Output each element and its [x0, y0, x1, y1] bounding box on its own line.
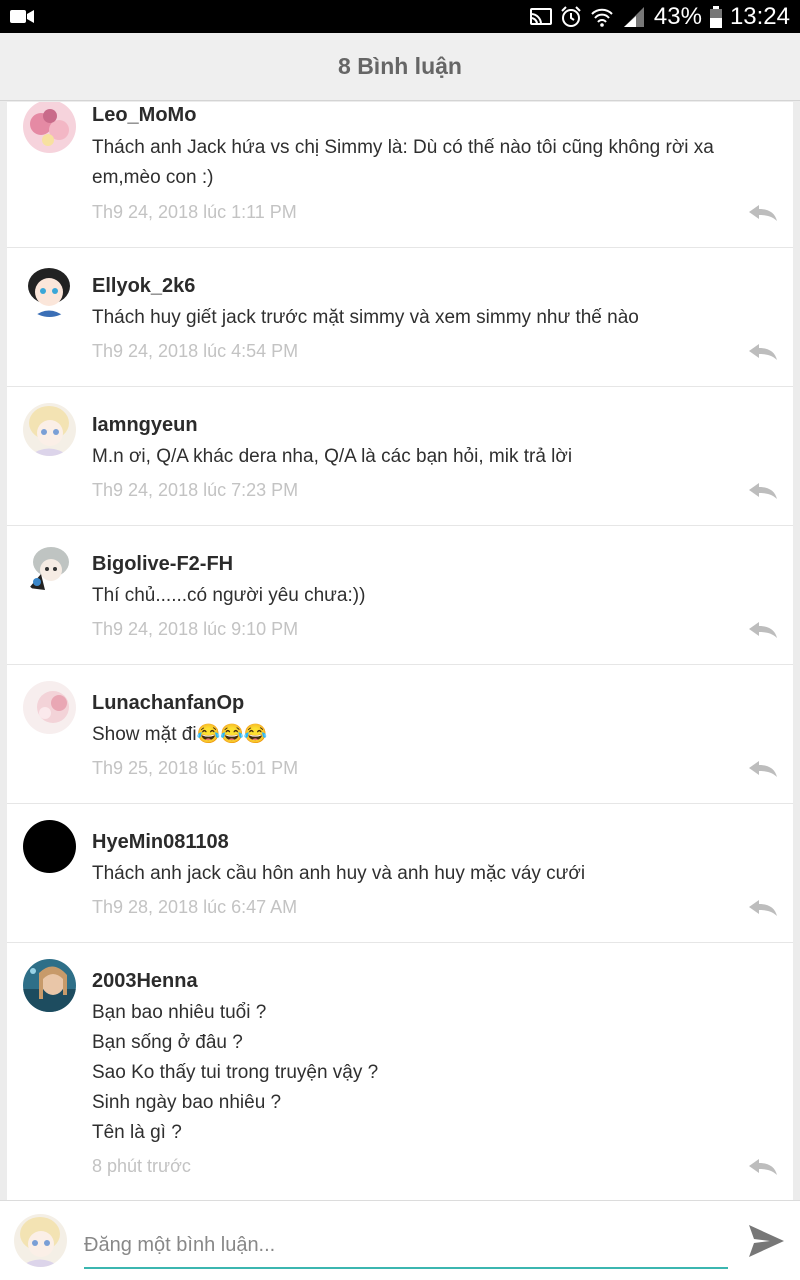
comment-text-line: Thí chủ......có người yêu chưa:)): [92, 585, 366, 606]
reply-icon[interactable]: [747, 898, 779, 918]
comment-text-line: Bạn bao nhiêu tuổi ?: [92, 1002, 267, 1023]
avatar[interactable]: [23, 542, 76, 595]
comment-text: Show mặt đi😂😂😂: [92, 720, 752, 750]
comment-text-line: Thách anh Jack hứa vs chị Simmy là: Dù c…: [92, 137, 714, 158]
avatar[interactable]: [23, 264, 76, 317]
send-icon[interactable]: [746, 1221, 786, 1261]
clock-time: 13:24: [729, 2, 790, 30]
comment-text-line: M.n ơi, Q/A khác dera nha, Q/A là các bạ…: [92, 446, 573, 467]
comment-timestamp: Th9 24, 2018 lúc 9:10 PM: [92, 619, 299, 639]
wifi-icon: [591, 8, 613, 27]
cast-icon: [529, 7, 552, 25]
comments-header: 8 Bình luận: [0, 33, 800, 101]
comment-text: Thách huy giết jack trước mặt simmy và x…: [92, 303, 752, 333]
comment-text: Thách anh Jack hứa vs chị Simmy là: Dù c…: [92, 133, 752, 193]
comment-item: Bigolive-F2-FH Thí chủ......có người yêu…: [7, 526, 793, 665]
comment-text-line: Show mặt đi😂😂😂: [92, 724, 268, 745]
comment-text-line: Sinh ngày bao nhiêu ?: [92, 1092, 282, 1113]
battery-percent: 43%: [653, 2, 702, 30]
comment-item: Leo_MoMo Thách anh Jack hứa vs chị Simmy…: [7, 102, 793, 248]
status-bar: 43% 13:24: [0, 0, 800, 33]
comment-text-line: Thách anh jack cầu hôn anh huy và anh hu…: [92, 863, 586, 884]
comment-timestamp: Th9 24, 2018 lúc 7:23 PM: [92, 480, 299, 500]
comment-text-line: Tên là gì ?: [92, 1122, 182, 1143]
comment-item: Ellyok_2k6 Thách huy giết jack trước mặt…: [7, 248, 793, 387]
comment-timestamp: Th9 24, 2018 lúc 1:11 PM: [92, 202, 297, 222]
comment-item: HyeMin081108 Thách anh jack cầu hôn anh …: [7, 804, 793, 943]
avatar[interactable]: [23, 959, 76, 1012]
comment-item: 2003Henna Bạn bao nhiêu tuổi ? Bạn sống …: [7, 943, 793, 1200]
comment-username[interactable]: Ellyok_2k6: [92, 275, 195, 298]
reply-icon[interactable]: [747, 1157, 779, 1177]
comment-composer: [0, 1200, 800, 1280]
comment-username[interactable]: 2003Henna: [92, 970, 198, 993]
comment-timestamp: Th9 25, 2018 lúc 5:01 PM: [92, 758, 299, 778]
comment-timestamp: 8 phút trước: [92, 1156, 191, 1176]
avatar[interactable]: [23, 403, 76, 456]
reply-icon[interactable]: [747, 481, 779, 501]
comment-text: Bạn bao nhiêu tuổi ? Bạn sống ở đâu ? Sa…: [92, 998, 752, 1148]
comment-list[interactable]: Leo_MoMo Thách anh Jack hứa vs chị Simmy…: [7, 102, 793, 1200]
battery-icon: [709, 5, 722, 28]
avatar[interactable]: [23, 681, 76, 734]
reply-icon[interactable]: [747, 342, 779, 362]
comment-username[interactable]: Leo_MoMo: [92, 104, 196, 127]
comment-text-line: em,mèo con :): [92, 167, 214, 188]
comment-username[interactable]: Iamngyeun: [92, 414, 198, 437]
reply-icon[interactable]: [747, 620, 779, 640]
comment-input[interactable]: [84, 1223, 728, 1269]
reply-icon[interactable]: [747, 203, 779, 223]
video-camera-icon: [10, 10, 34, 23]
comment-item: Iamngyeun M.n ơi, Q/A khác dera nha, Q/A…: [7, 387, 793, 526]
comment-username[interactable]: Bigolive-F2-FH: [92, 553, 233, 576]
comment-username[interactable]: HyeMin081108: [92, 831, 229, 854]
reply-icon[interactable]: [747, 759, 779, 779]
comment-timestamp: Th9 28, 2018 lúc 6:47 AM: [92, 897, 298, 917]
comment-text: Thách anh jack cầu hôn anh huy và anh hu…: [92, 859, 752, 889]
comment-text: M.n ơi, Q/A khác dera nha, Q/A là các bạ…: [92, 442, 752, 472]
comment-timestamp: Th9 24, 2018 lúc 4:54 PM: [92, 341, 299, 361]
comment-text-line: Thách huy giết jack trước mặt simmy và x…: [92, 307, 639, 328]
avatar: [14, 1214, 67, 1267]
page-title: 8 Bình luận: [338, 53, 462, 79]
comment-text-line: Bạn sống ở đâu ?: [92, 1032, 243, 1053]
signal-icon: [623, 6, 644, 27]
avatar[interactable]: [23, 102, 76, 153]
comment-username[interactable]: LunachanfanOp: [92, 692, 244, 715]
comment-text-line: Sao Ko thấy tui trong truyện vậy ?: [92, 1062, 379, 1083]
comment-text: Thí chủ......có người yêu chưa:)): [92, 581, 752, 611]
alarm-icon: [561, 5, 581, 27]
comment-item: LunachanfanOp Show mặt đi😂😂😂 Th9 25, 201…: [7, 665, 793, 804]
avatar[interactable]: [23, 820, 76, 873]
